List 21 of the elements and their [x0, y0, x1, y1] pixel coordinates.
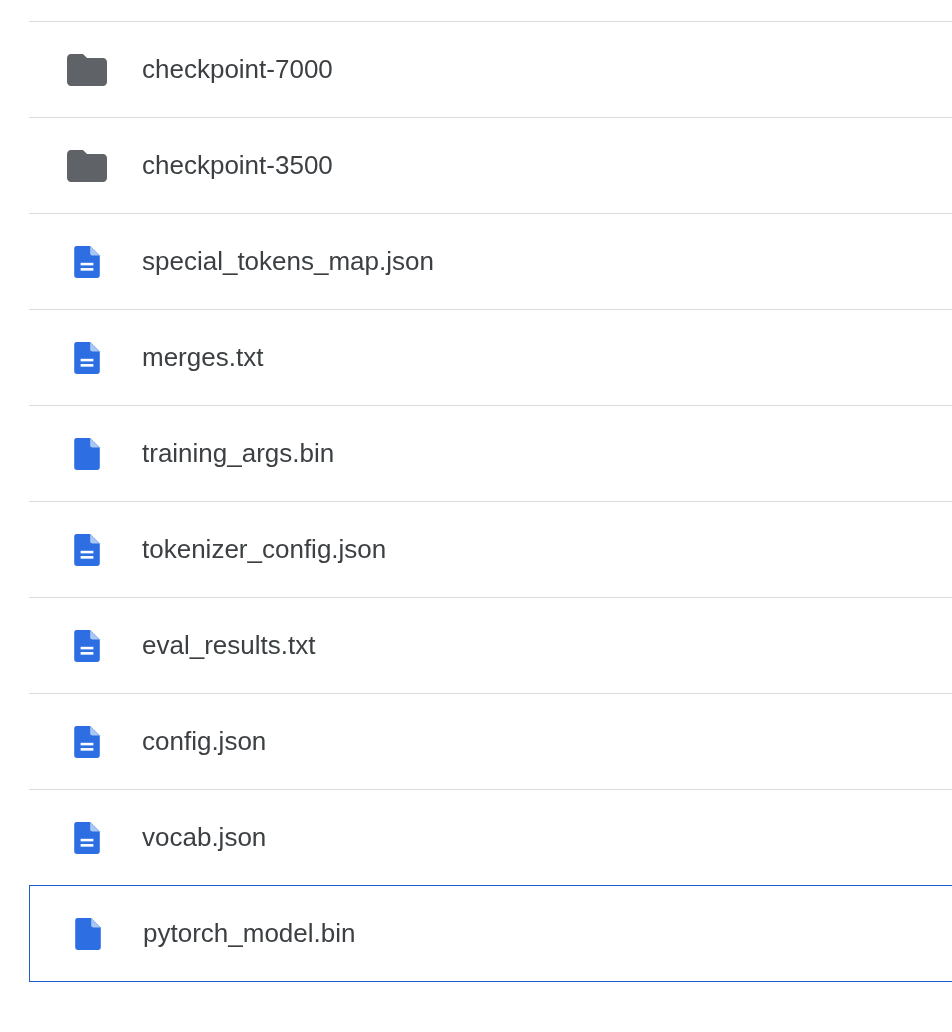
- document-icon: [73, 245, 100, 278]
- file-icon: [73, 437, 100, 470]
- file-name: pytorch_model.bin: [143, 917, 356, 950]
- document-icon: [73, 341, 100, 374]
- file-name: vocab.json: [142, 821, 267, 854]
- file-name: config.json: [142, 725, 267, 758]
- file-name: training_args.bin: [142, 437, 335, 470]
- folder-icon: [66, 149, 107, 182]
- file-name: checkpoint-3500: [142, 149, 333, 182]
- file-row[interactable]: pytorch_model.bin: [29, 885, 952, 982]
- file-name: checkpoint-7000: [142, 53, 333, 86]
- file-name: eval_results.txt: [142, 629, 316, 662]
- file-name: tokenizer_config.json: [142, 533, 387, 566]
- file-name: merges.txt: [142, 341, 264, 374]
- document-icon: [73, 821, 100, 854]
- file-icon: [74, 917, 101, 950]
- document-icon: [73, 533, 100, 566]
- document-icon: [73, 725, 100, 758]
- folder-icon: [66, 53, 107, 86]
- file-name: special_tokens_map.json: [142, 245, 434, 278]
- document-icon: [73, 629, 100, 662]
